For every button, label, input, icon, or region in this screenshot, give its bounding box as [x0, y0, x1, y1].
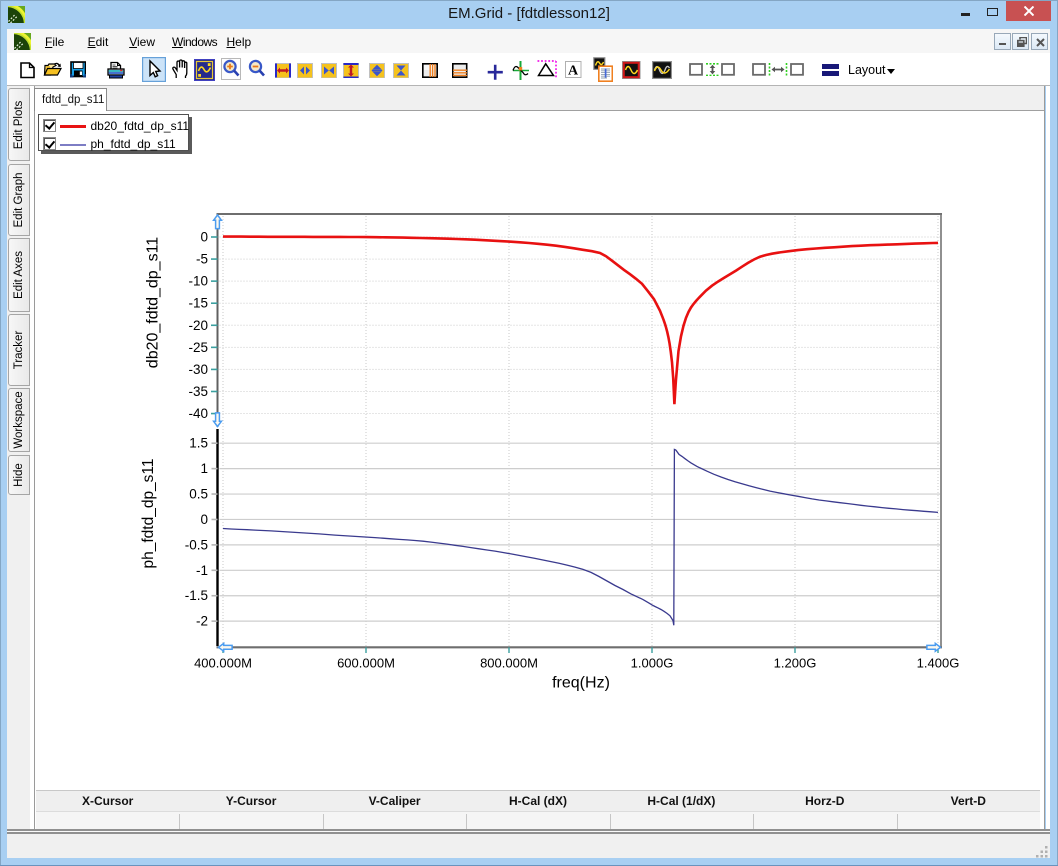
- svg-text:A: A: [568, 64, 579, 79]
